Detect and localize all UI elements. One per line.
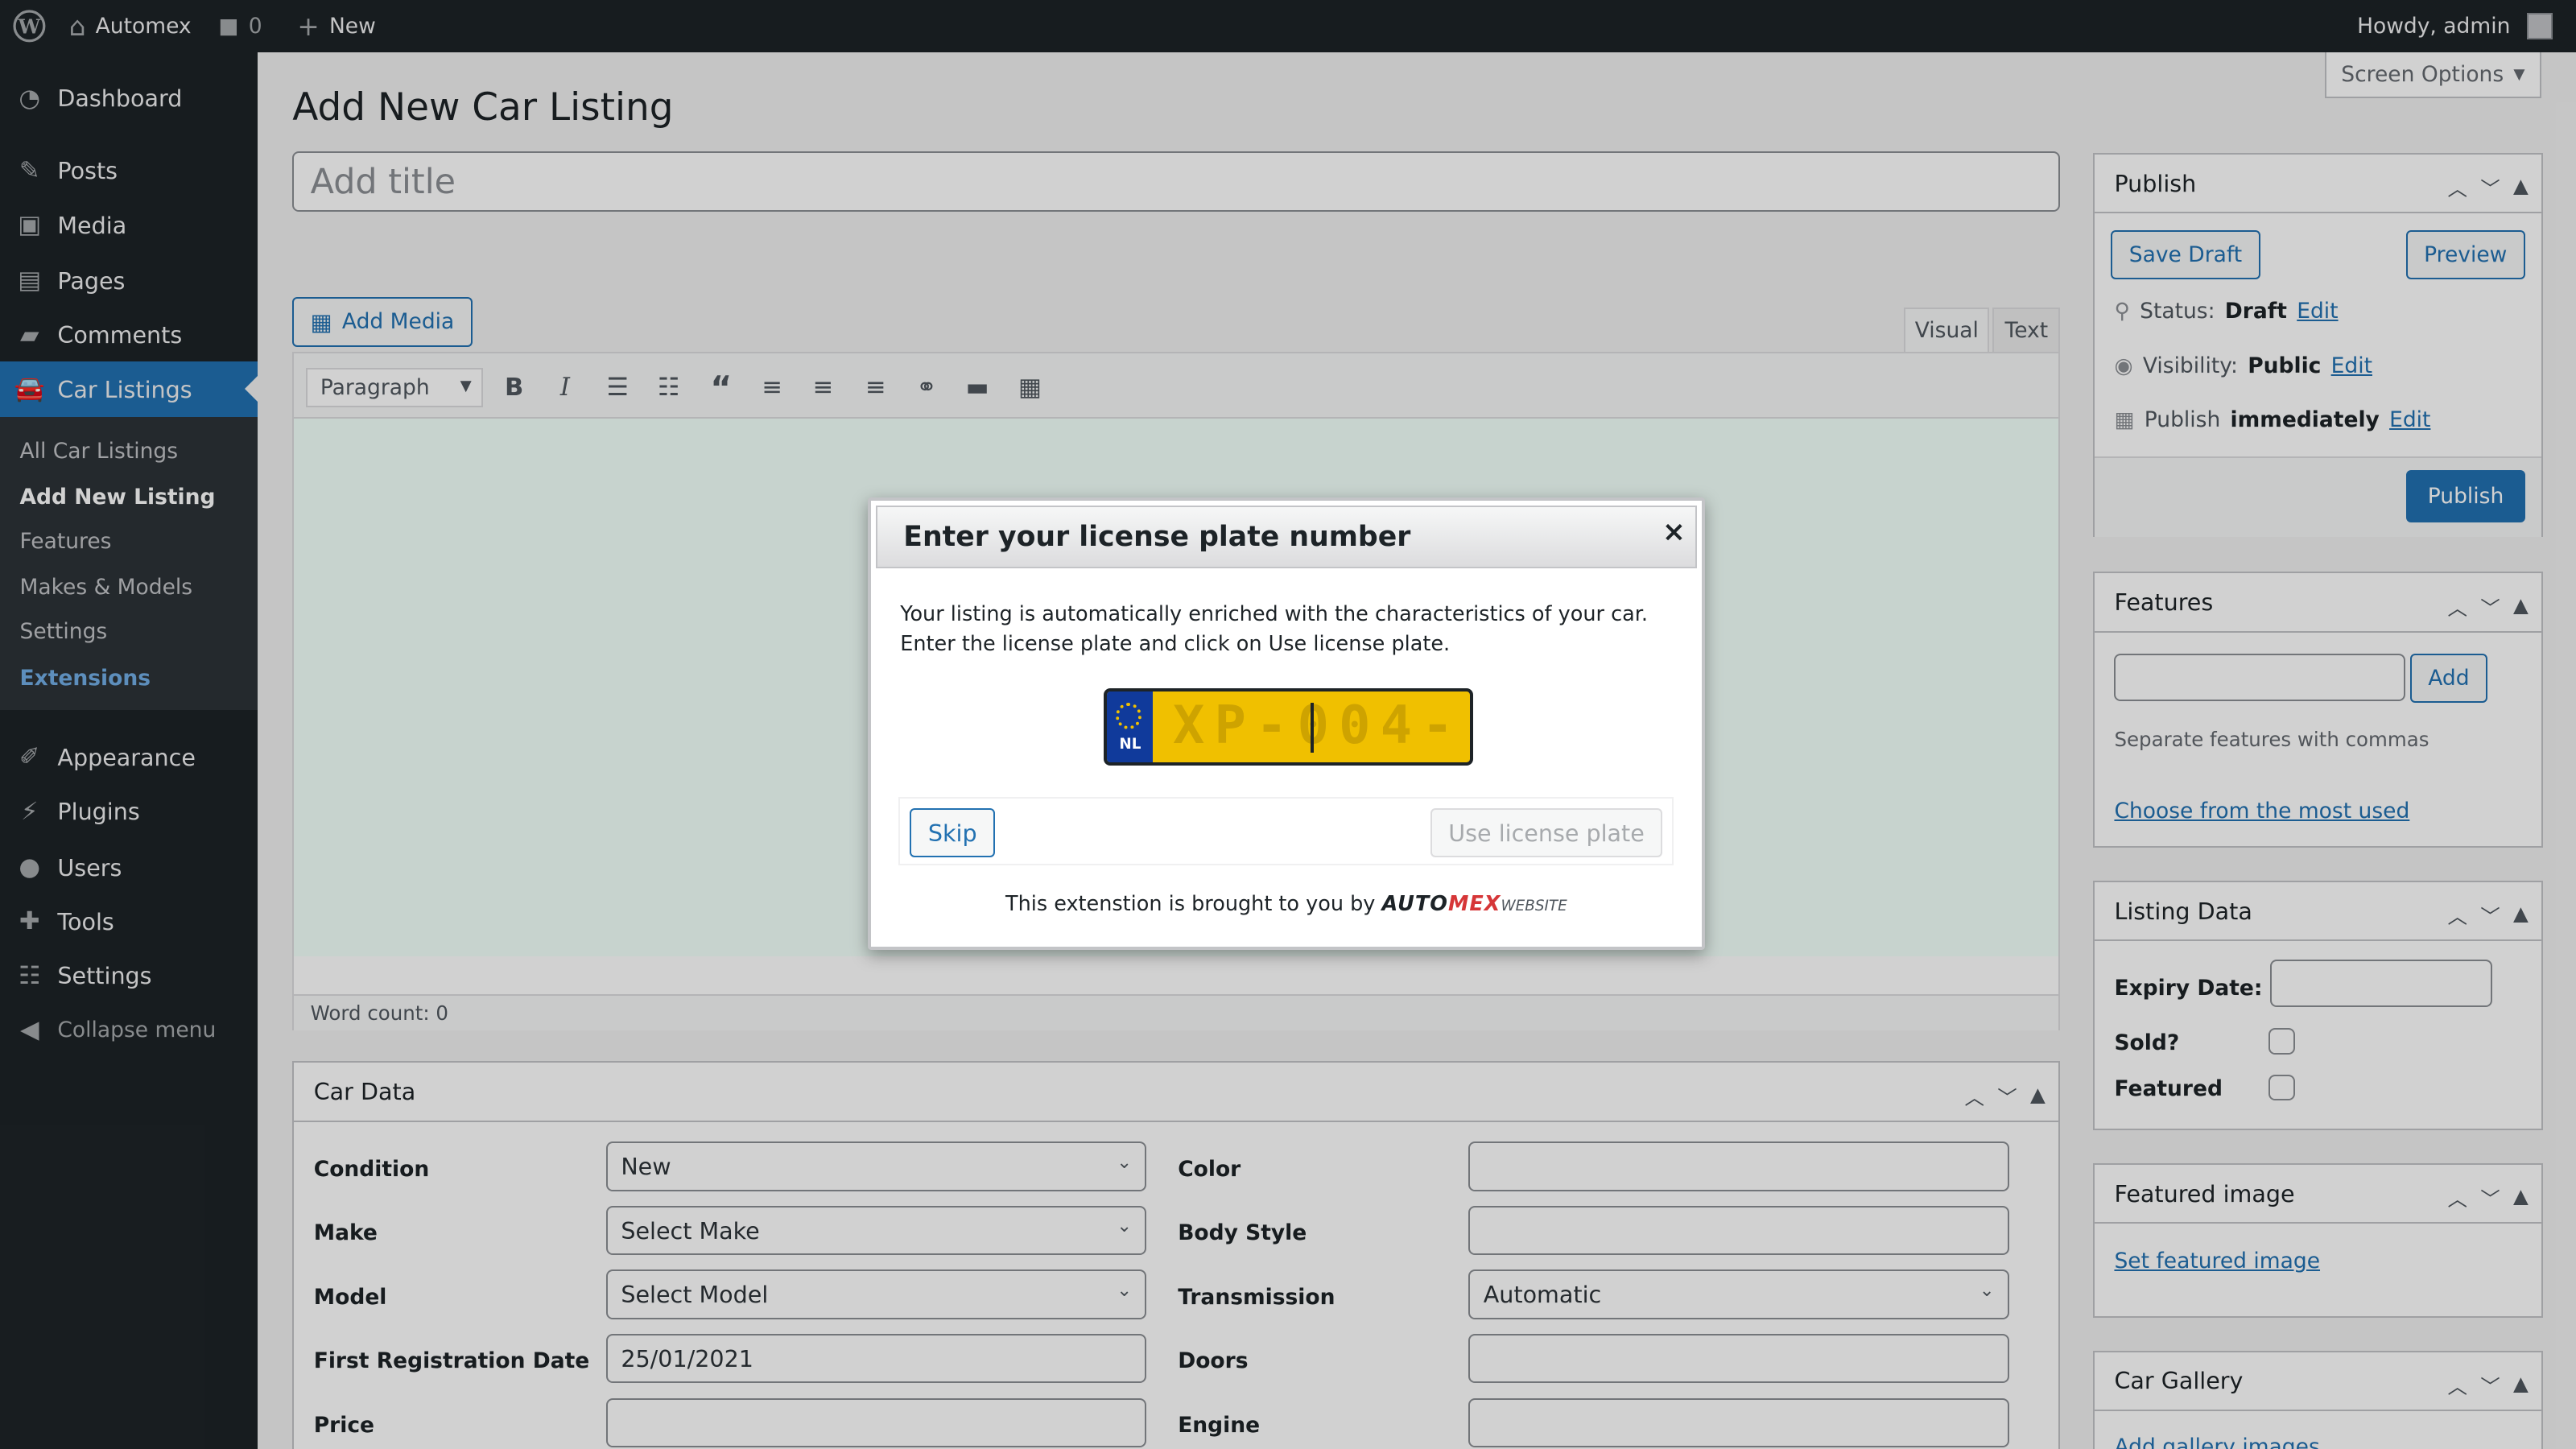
credit-text: This extenstion is brought to you by bbox=[1005, 892, 1376, 917]
dialog-actions: Skip Use license plate bbox=[898, 796, 1674, 866]
dialog-message: Your listing is automatically enriched w… bbox=[900, 601, 1648, 656]
eu-stars-icon bbox=[1115, 703, 1142, 729]
text-cursor bbox=[1311, 703, 1315, 753]
license-plate-input[interactable]: NL XP-004-T bbox=[1104, 688, 1474, 766]
skip-button[interactable]: Skip bbox=[910, 807, 996, 858]
automex-logo[interactable]: AUTOMEX bbox=[1381, 892, 1501, 916]
dialog-credit: This extenstion is brought to you by AUT… bbox=[871, 892, 1703, 916]
close-icon[interactable]: × bbox=[1662, 516, 1686, 548]
use-license-plate-button[interactable]: Use license plate bbox=[1430, 807, 1663, 858]
brand-site: WEBSITE bbox=[1501, 898, 1567, 915]
plate-placeholder: XP-004-T bbox=[1172, 695, 1463, 762]
brand-part-a: AUTO bbox=[1381, 892, 1448, 917]
dialog-header: Enter your license plate number bbox=[875, 506, 1698, 569]
eu-flag-icon: NL bbox=[1107, 691, 1154, 762]
license-plate-dialog: Enter your license plate number × Your l… bbox=[867, 497, 1706, 950]
dialog-title: Enter your license plate number bbox=[903, 521, 1411, 554]
plate-country-code: NL bbox=[1119, 736, 1141, 753]
brand-part-b: MEX bbox=[1447, 892, 1501, 917]
